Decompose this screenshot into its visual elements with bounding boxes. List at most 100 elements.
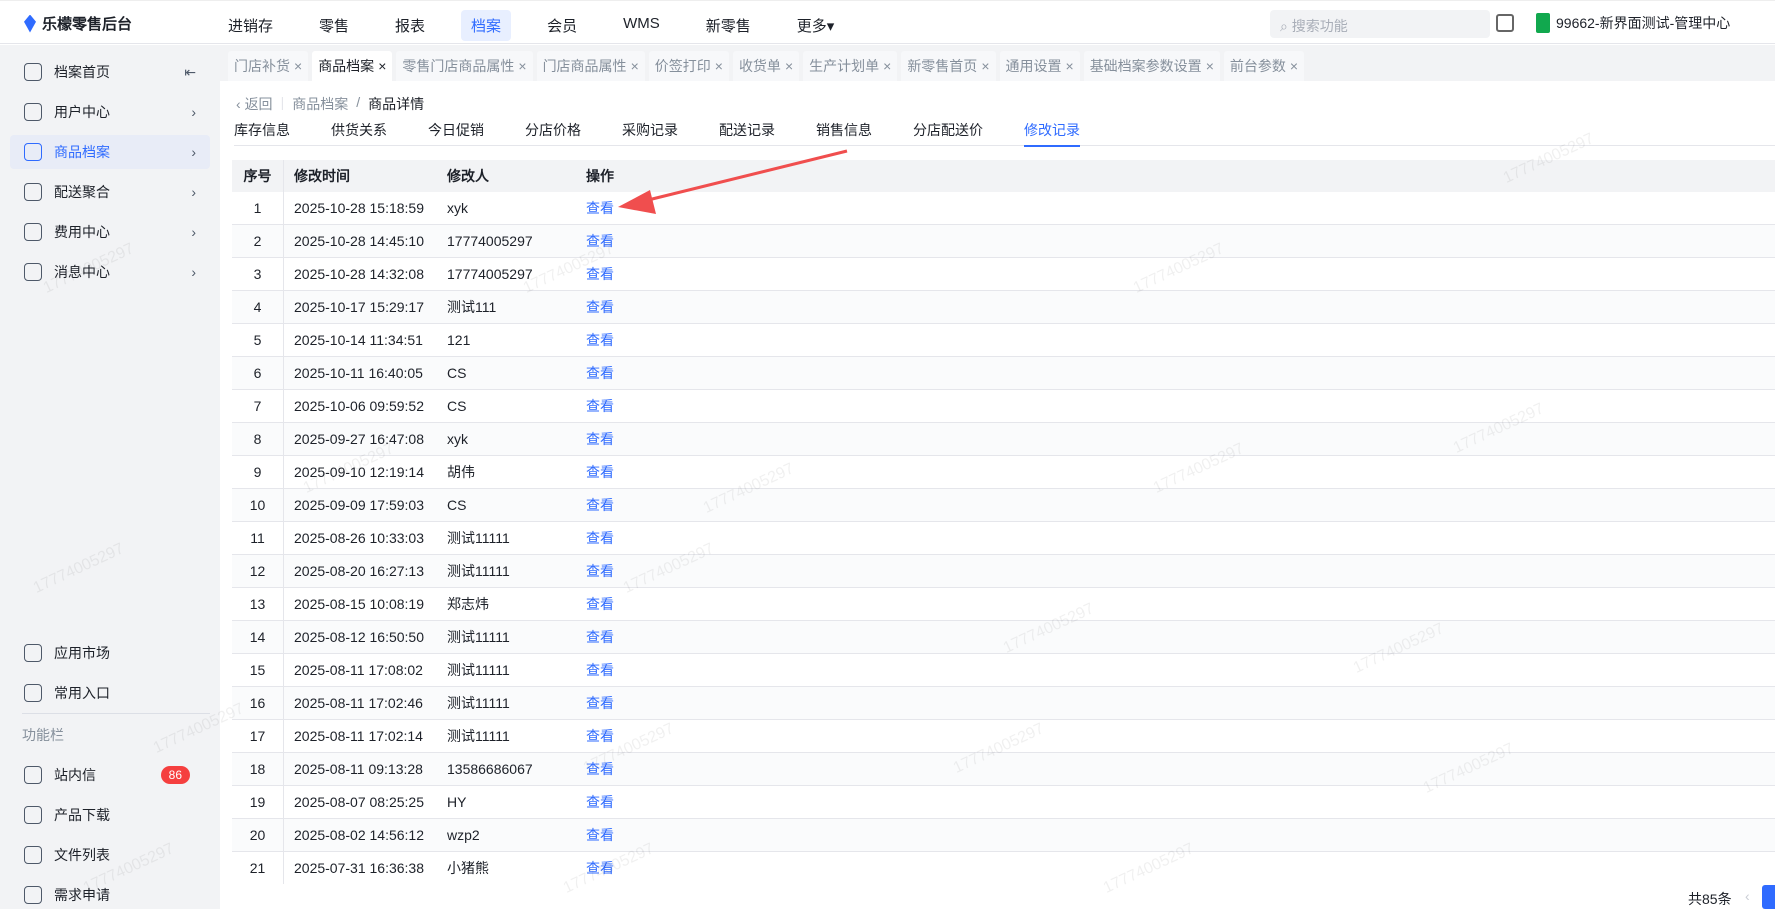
sidebar-item[interactable]: 消息中心 › [10,255,210,289]
chevron-right-icon: › [191,144,196,160]
close-icon[interactable]: × [1290,58,1298,74]
detail-tab[interactable]: 修改记录 [1024,120,1080,147]
sidebar-item[interactable]: 产品下载 [10,798,210,832]
sidebar-item[interactable]: 用户中心 › [10,95,210,129]
back-link[interactable]: ‹ 返回 [236,94,273,114]
sidebar-item[interactable]: 费用中心 › [10,215,210,249]
detail-tab[interactable]: 配送记录 [719,120,775,146]
nav-item[interactable]: 新零售 [696,10,761,41]
view-link[interactable]: 查看 [584,297,684,317]
view-link[interactable]: 查看 [584,363,684,383]
prev-page-icon[interactable]: ‹ [1745,888,1750,904]
sidebar-item-label: 常用入口 [54,685,110,701]
sidebar-item[interactable]: 档案首页 ⇤ [10,55,210,89]
view-link[interactable]: 查看 [584,825,684,845]
page-tab[interactable]: 生产计划单 × [803,51,898,81]
user-cell: 测试11111 [447,728,510,744]
view-link[interactable]: 查看 [584,693,684,713]
view-link[interactable]: 查看 [584,264,684,284]
sidebar-item[interactable]: 应用市场 [10,636,210,670]
main-nav: 进销存 零售 报表 档案 会员 WMS 新零售 更多▾ [218,10,864,41]
view-link[interactable]: 查看 [584,627,684,647]
page-tab[interactable]: 基础档案参数设置 × [1083,51,1220,81]
close-icon[interactable]: × [294,58,302,74]
nav-item[interactable]: 零售 [309,10,359,41]
search-input[interactable]: ⌕ 搜索功能 [1270,10,1490,38]
close-icon[interactable]: × [378,58,386,74]
detail-tab[interactable]: 供货关系 [331,120,387,146]
table-body[interactable]: 1 2025-10-28 15:18:59 xyk 查看 2 2025-10-28 14:… [232,192,1775,884]
view-link[interactable]: 查看 [584,330,684,350]
close-icon[interactable]: × [1206,58,1214,74]
page-tab[interactable]: 通用设置 × [999,51,1080,81]
table-row: 7 2025-10-06 09:59:52 CS 查看 [232,390,1775,423]
view-link[interactable]: 查看 [584,726,684,746]
seq-cell: 7 [232,390,284,422]
page-tab[interactable]: 商品档案 × [312,51,393,81]
seq-cell: 16 [232,687,284,719]
view-link[interactable]: 查看 [584,528,684,548]
seq-cell: 12 [232,555,284,587]
sidebar-item[interactable]: 站内信 86 [10,758,210,792]
view-link[interactable]: 查看 [584,594,684,614]
nav-item[interactable]: 档案 [461,10,512,41]
detail-tab[interactable]: 今日促销 [428,120,484,146]
nav-item[interactable]: 会员 [537,10,587,41]
view-link[interactable]: 查看 [584,462,684,482]
detail-tab[interactable]: 分店配送价 [913,120,983,146]
sidebar-item[interactable]: 配送聚合 › [10,175,210,209]
close-icon[interactable]: × [518,58,526,74]
nav-item[interactable]: 进销存 [218,10,283,41]
sidebar-item[interactable]: 需求申请 [10,878,210,912]
collapse-icon[interactable]: ⇤ [184,64,196,81]
time-cell: 2025-10-28 14:45:10 [294,233,424,249]
view-link[interactable]: 查看 [584,660,684,680]
sidebar-item[interactable]: 商品档案 › [10,135,210,169]
user-cell: 测试11111 [447,629,510,645]
detail-tab[interactable]: 销售信息 [816,120,872,146]
nav-item[interactable]: 更多▾ [787,10,845,41]
user-cell: HY [447,794,467,810]
page-1-button[interactable] [1762,885,1775,909]
page-tab[interactable]: 前台参数 × [1223,51,1305,81]
page-tab[interactable]: 收货单 × [732,51,800,81]
close-icon[interactable]: × [715,58,723,74]
view-link[interactable]: 查看 [584,495,684,515]
page-tab[interactable]: 零售门店商品属性 × [396,51,533,81]
view-link[interactable]: 查看 [584,792,684,812]
sidebar-item[interactable]: 常用入口 [10,676,210,710]
detail-tab[interactable]: 分店价格 [525,120,581,146]
view-link[interactable]: 查看 [584,759,684,779]
close-icon[interactable]: × [1066,58,1074,74]
time-cell: 2025-08-20 16:27:13 [294,563,424,579]
seq-cell: 10 [232,489,284,521]
nav-item[interactable]: WMS [613,10,670,41]
sidebar-item[interactable]: 文件列表 [10,838,210,872]
user-cell: 胡伟 [447,464,475,480]
view-link[interactable]: 查看 [584,396,684,416]
page-tab[interactable]: 价签打印 × [648,51,729,81]
view-link[interactable]: 查看 [584,429,684,449]
page-tab[interactable]: 新零售首页 × [901,51,996,81]
printer-icon[interactable] [1496,14,1514,32]
page-tab[interactable]: 门店补货 × [228,51,309,81]
view-link[interactable]: 查看 [584,561,684,581]
store-selector[interactable]: 99662-新界面测试-管理中心 [1536,13,1730,33]
seq-cell: 6 [232,357,284,389]
nav-item[interactable]: 报表 [385,10,435,41]
view-link[interactable]: 查看 [584,231,684,251]
page-tab[interactable]: 门店商品属性 × [536,51,645,81]
close-icon[interactable]: × [883,58,891,74]
view-link[interactable]: 查看 [584,198,684,218]
close-icon[interactable]: × [631,58,639,74]
detail-tab[interactable]: 采购记录 [622,120,678,146]
view-link[interactable]: 查看 [584,858,684,878]
time-cell: 2025-09-27 16:47:08 [294,431,424,447]
close-icon[interactable]: × [785,58,793,74]
app-market-icon [24,644,42,662]
app-logo[interactable]: 乐檬零售后台 [24,13,132,34]
close-icon[interactable]: × [981,58,989,74]
mail-icon [24,766,42,784]
detail-tab[interactable]: 库存信息 [234,120,290,146]
breadcrumb-parent[interactable]: 商品档案 [292,94,348,114]
